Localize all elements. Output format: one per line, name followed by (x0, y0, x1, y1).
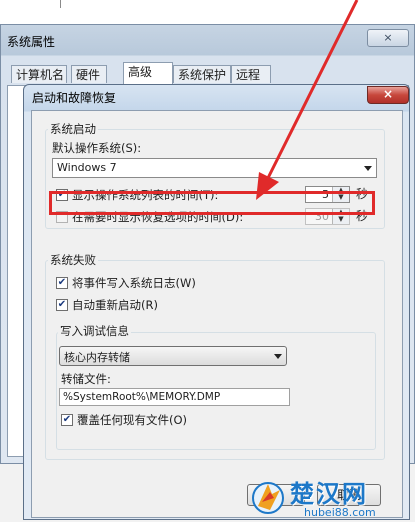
watermark: 楚汉网 hubei88.com (248, 474, 413, 522)
annotation-arrow (256, 0, 359, 200)
watermark-logo-icon (252, 482, 284, 514)
watermark-url: hubei88.com (304, 506, 376, 519)
watermark-text: 楚汉网 (290, 480, 368, 508)
